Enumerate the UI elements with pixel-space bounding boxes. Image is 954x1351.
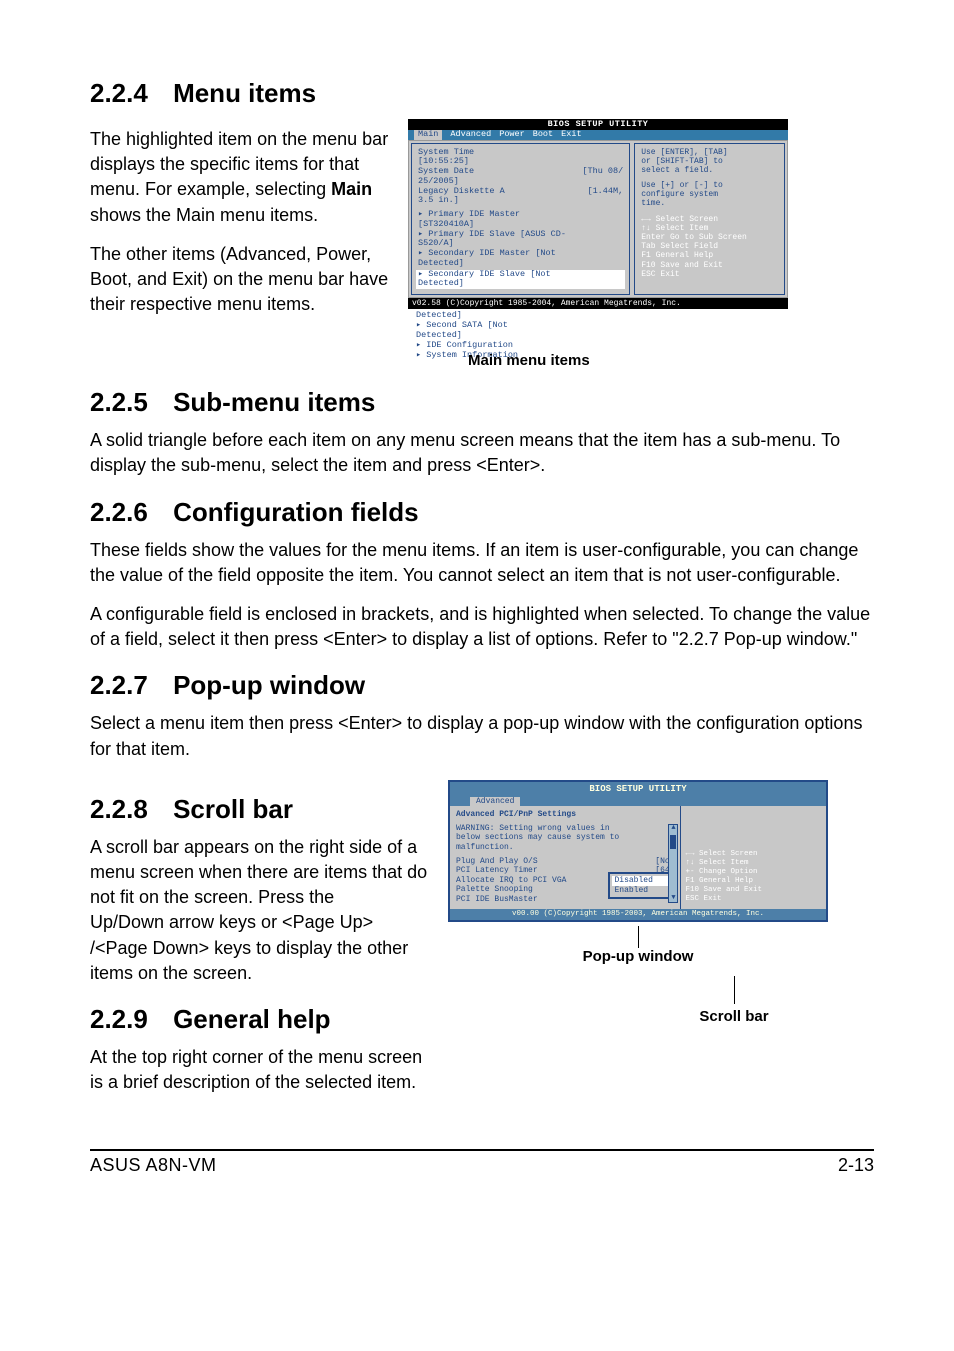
popup-window: Disabled Enabled	[608, 872, 676, 899]
p-229: At the top right corner of the menu scre…	[90, 1045, 430, 1095]
page-footer: ASUS A8N-VM 2-13	[90, 1149, 874, 1176]
p-224-2: The other items (Advanced, Power, Boot, …	[90, 242, 390, 318]
heading-228: 2.2.8 Scroll bar	[90, 794, 430, 825]
p-226-2: A configurable field is enclosed in brac…	[90, 602, 874, 652]
heading-227: 2.2.7 Pop-up window	[90, 670, 874, 701]
bios1-caption: Main menu items	[468, 352, 874, 369]
heading-224: 2.2.4 Menu items	[90, 78, 874, 109]
p-228: A scroll bar appears on the right side o…	[90, 835, 430, 986]
scrollbar	[668, 824, 678, 902]
bios-screenshot-2: BIOS SETUP UTILITY Advanced Advanced PCI…	[448, 780, 828, 965]
bios1-help-panel: Use [ENTER], [TAB] or [SHIFT-TAB] to sel…	[634, 143, 785, 296]
heading-226: 2.2.6 Configuration fields	[90, 497, 874, 528]
bios2-active-tab: Advanced	[470, 797, 520, 807]
heading-229: 2.2.9 General help	[90, 1004, 430, 1035]
bios-screenshot-1: BIOS SETUP UTILITY Main Advanced Power B…	[408, 119, 788, 309]
bios1-menubar: Main Advanced Power Boot Exit	[408, 130, 788, 140]
p-227: Select a menu item then press <Enter> to…	[90, 711, 874, 761]
bios2-left-panel: Advanced PCI/PnP Settings WARNING: Setti…	[450, 806, 681, 908]
p-225: A solid triangle before each item on any…	[90, 428, 874, 478]
p-226-1: These fields show the values for the men…	[90, 538, 874, 588]
scrollbar-callout: Scroll bar	[674, 976, 794, 1025]
p-224-1: The highlighted item on the menu bar dis…	[90, 127, 390, 228]
bios1-left-panel: System Time [10:55:25] System Date[Thu 0…	[411, 143, 630, 296]
heading-225: 2.2.5 Sub-menu items	[90, 387, 874, 418]
bios2-help-panel: ←→ Select Screen ↑↓ Select Item +- Chang…	[681, 806, 826, 908]
popup-callout: Pop-up window	[448, 926, 828, 965]
